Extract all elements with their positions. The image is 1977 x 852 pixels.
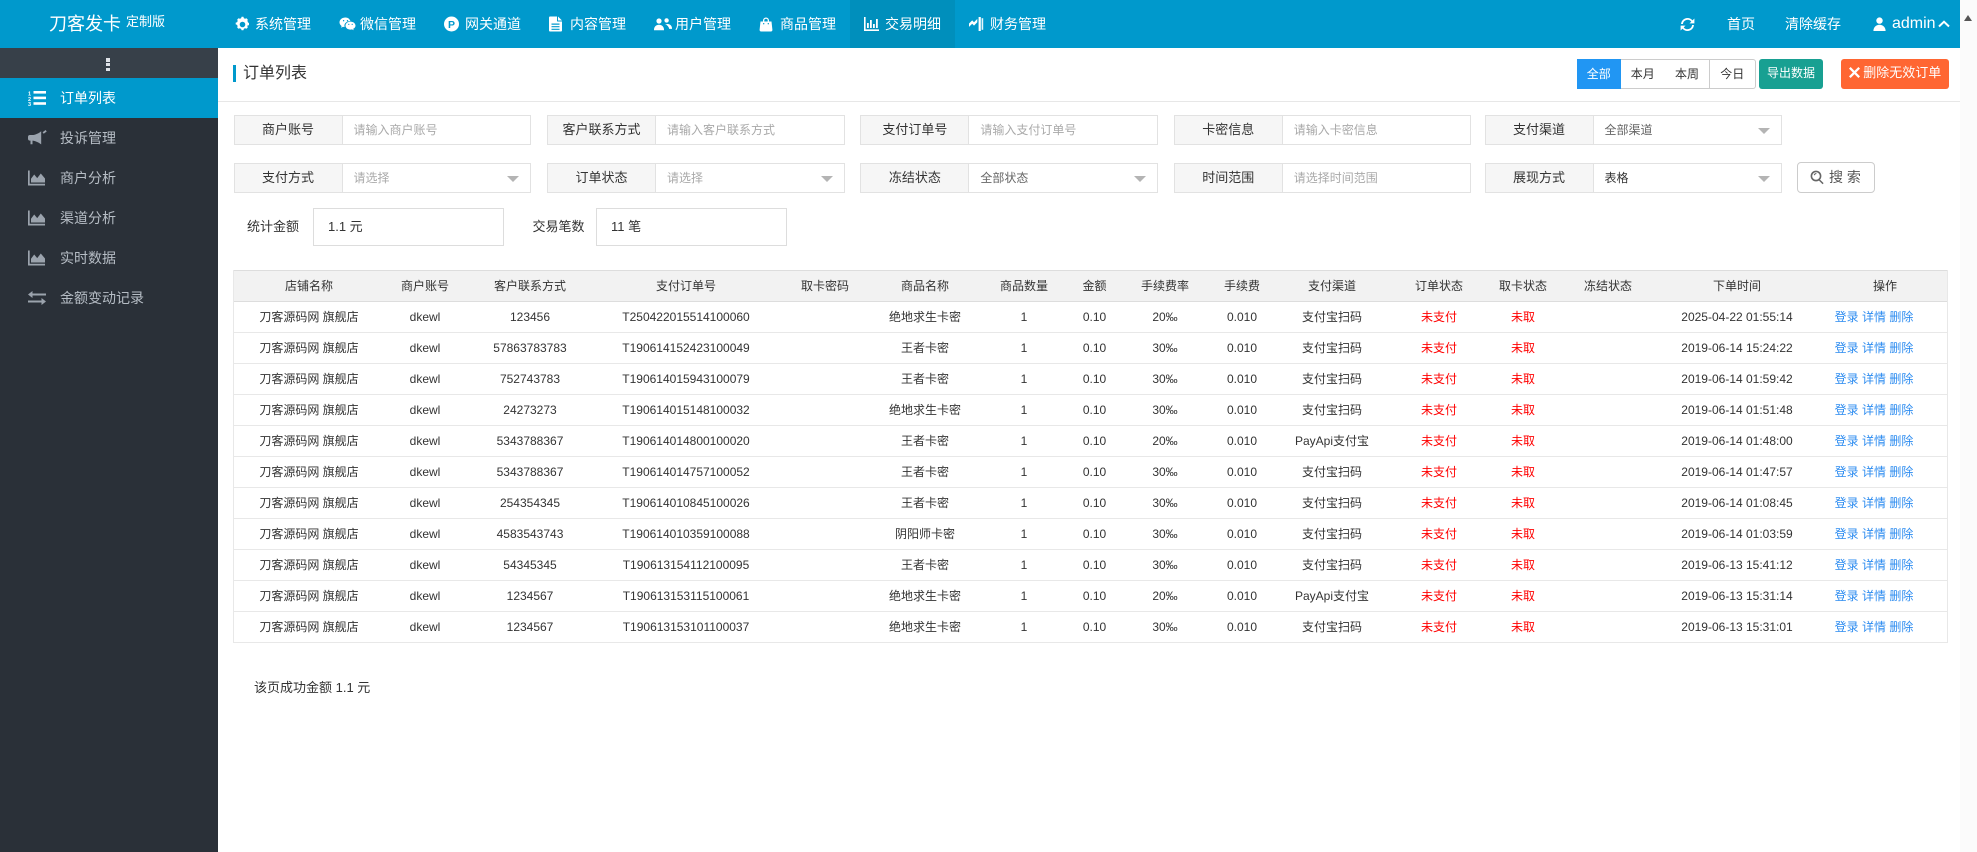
svg-text:3: 3 [28,102,31,106]
svg-text:P: P [448,19,455,31]
